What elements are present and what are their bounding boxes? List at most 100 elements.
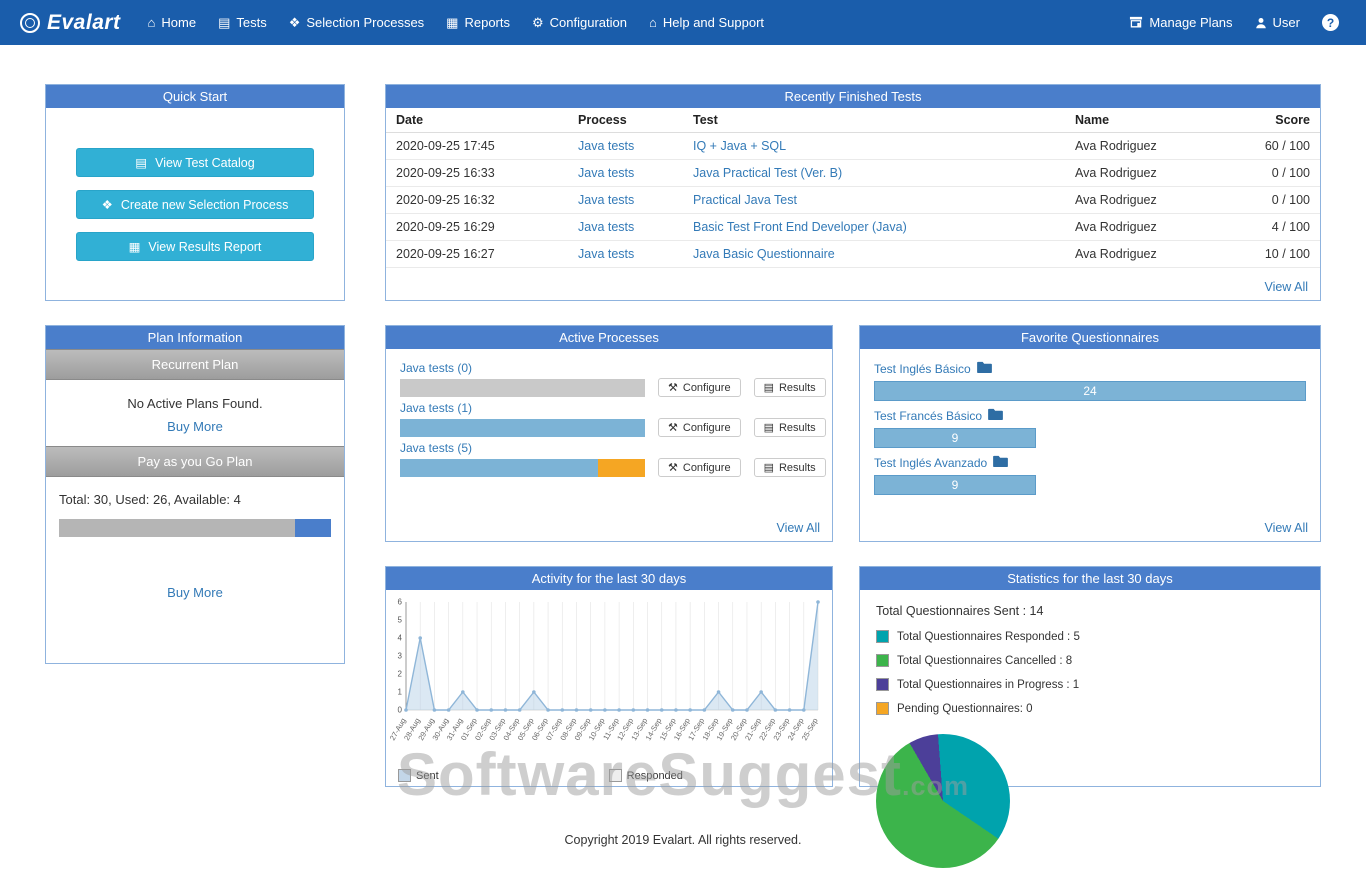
process-link[interactable]: Java tests [578, 166, 634, 180]
legend-swatch [876, 654, 889, 667]
svg-text:4: 4 [398, 634, 403, 643]
gear-icon: ⚙ [532, 15, 544, 31]
active-processes-panel: Active Processes Java tests (0)⚒Configur… [385, 325, 833, 542]
process-link[interactable]: Java tests [578, 247, 634, 261]
process-progress-bar [400, 459, 645, 477]
configure-button[interactable]: ⚒Configure [658, 378, 741, 397]
catalog-icon: ▤ [135, 155, 147, 170]
no-plans-message: No Active Plans Found. [46, 380, 344, 419]
quick-start-title: Quick Start [46, 85, 344, 108]
stat-legend-item: Pending Questionnaires: 0 [876, 702, 1304, 715]
process-name-link[interactable]: Java tests (0) [400, 361, 472, 375]
cell-test: IQ + Java + SQL [683, 133, 1065, 160]
table-row: 2020-09-25 16:32 Java tests Practical Java… [386, 187, 1320, 214]
nav-item-label: User [1273, 15, 1300, 30]
view-results-report-button[interactable]: ▦View Results Report [76, 232, 314, 261]
statistics-pie-chart [876, 734, 1010, 868]
quick-start-buttons: ▤View Test Catalog ❖Create new Selection … [46, 108, 344, 300]
legend-swatch [876, 702, 889, 715]
recent-tests-view-all-link[interactable]: View All [1264, 280, 1308, 294]
questionnaire-link[interactable]: Test Inglés Básico [874, 361, 1306, 376]
process-name-link[interactable]: Java tests (5) [400, 441, 472, 455]
cell-process: Java tests [568, 214, 683, 241]
test-link[interactable]: Java Practical Test (Ver. B) [693, 166, 842, 180]
column-header-score: Score [1223, 108, 1320, 133]
favorites-view-all-link[interactable]: View All [1264, 521, 1308, 535]
svg-text:6: 6 [398, 598, 403, 607]
view-test-catalog-button[interactable]: ▤View Test Catalog [76, 148, 314, 177]
legend-swatch [398, 769, 411, 782]
stat-legend-label: Total Questionnaires Cancelled : 8 [897, 655, 1072, 667]
quick-start-panel: Quick Start ▤View Test Catalog ❖Create ne… [45, 84, 345, 301]
brand-logo[interactable]: Evalart [20, 11, 121, 35]
activity-line-chart: 012345627-Aug28-Aug29-Aug30-Aug31-Aug01-… [388, 594, 830, 769]
stat-legend-item: Total Questionnaires Responded : 5 [876, 630, 1304, 643]
table-row: 2020-09-25 16:33Java testsJava Practical… [386, 160, 1320, 187]
activity-panel: Activity for the last 30 days 012345627-… [385, 566, 833, 787]
nav-item-help-and-support[interactable]: ⌂Help and Support [638, 0, 775, 45]
recent-tests-title: Recently Finished Tests [386, 85, 1320, 108]
results-button[interactable]: ▤Results [754, 458, 826, 477]
favorite-questionnaires-panel: Favorite Questionnaires Test Inglés Bási… [859, 325, 1321, 542]
test-link[interactable]: Basic Test Front End Developer (Java) [693, 220, 907, 234]
total-sent-label: Total Questionnaires Sent : 14 [876, 604, 1304, 618]
nav-item-selection-processes[interactable]: ❖Selection Processes [278, 0, 435, 45]
legend-swatch [876, 678, 889, 691]
test-link[interactable]: Java Basic Questionnaire [693, 247, 835, 261]
results-button[interactable]: ▤Results [754, 378, 826, 397]
stat-legend-label: Total Questionnaires in Progress : 1 [897, 679, 1079, 691]
nav-item-manage-plans[interactable]: Manage Plans [1118, 0, 1243, 45]
folder-icon [977, 361, 992, 376]
statistics-panel: Statistics for the last 30 days Total Qu… [859, 566, 1321, 787]
store-icon [1129, 16, 1143, 29]
tests-icon: ▤ [218, 15, 230, 31]
results-button[interactable]: ▤Results [754, 418, 826, 437]
brand-text: Evalart [47, 11, 121, 35]
legend-swatch [876, 630, 889, 643]
wrench-icon: ⚒ [668, 421, 678, 434]
nav-item-tests[interactable]: ▤Tests [207, 0, 278, 45]
progress-segment [400, 419, 645, 437]
nav-item-user[interactable]: User [1244, 0, 1311, 45]
buy-more-link-recurrent[interactable]: Buy More [46, 419, 344, 446]
list-icon: ▤ [764, 461, 774, 474]
nav-item-configuration[interactable]: ⚙ Configuration [521, 0, 638, 45]
configure-button[interactable]: ⚒Configure [658, 418, 741, 437]
create-new-selection-process-button[interactable]: ❖Create new Selection Process [76, 190, 314, 219]
cell-test: Practical Java Test [683, 187, 1065, 214]
recent-tests-table: DateProcessTestNameScore 2020-09-25 17:4… [386, 108, 1320, 268]
nav-item-reports[interactable]: ▦Reports [435, 0, 521, 45]
nav-item-home[interactable]: ⌂Home [137, 0, 208, 45]
nav-item-label: Configuration [550, 15, 627, 30]
svg-text:0: 0 [398, 706, 403, 715]
cell-test: Java Basic Questionnaire [683, 241, 1065, 268]
process-name-link[interactable]: Java tests (1) [400, 401, 472, 415]
cell-test: Basic Test Front End Developer (Java) [683, 214, 1065, 241]
cell-score: 0 / 100 [1223, 160, 1320, 187]
test-link[interactable]: Practical Java Test [693, 193, 797, 207]
buy-more-link-paygo[interactable]: Buy More [46, 585, 344, 612]
selection-processes-icon: ❖ [102, 197, 113, 212]
cell-name: Ava Rodriguez [1065, 214, 1223, 241]
nav-item-label: Manage Plans [1149, 15, 1232, 30]
dashboard: Quick Start ▤View Test Catalog ❖Create ne… [0, 45, 1366, 787]
column-header-process: Process [568, 108, 683, 133]
nav-item-help-question[interactable]: ? [1311, 0, 1350, 45]
process-link[interactable]: Java tests [578, 139, 634, 153]
configure-button[interactable]: ⚒Configure [658, 458, 741, 477]
cell-process: Java tests [568, 241, 683, 268]
process-item: Java tests (5)⚒Configure▤Results [400, 437, 818, 477]
legend-item-responded: Responded [609, 769, 683, 782]
process-link[interactable]: Java tests [578, 193, 634, 207]
questionnaire-link[interactable]: Test Inglés Avanzado [874, 455, 1306, 470]
process-item: Java tests (1)⚒Configure▤Results [400, 397, 818, 437]
questionnaire-link[interactable]: Test Francés Básico [874, 408, 1306, 423]
column-header-date: Date [386, 108, 568, 133]
statistics-legend-block: Total Questionnaires Sent : 14 Total Que… [876, 604, 1304, 726]
cell-date: 2020-09-25 16:32 [386, 187, 568, 214]
home-icon: ⌂ [148, 15, 156, 30]
process-link[interactable]: Java tests [578, 220, 634, 234]
test-link[interactable]: IQ + Java + SQL [693, 139, 786, 153]
wrench-icon: ⚒ [668, 381, 678, 394]
active-processes-view-all-link[interactable]: View All [776, 521, 820, 535]
